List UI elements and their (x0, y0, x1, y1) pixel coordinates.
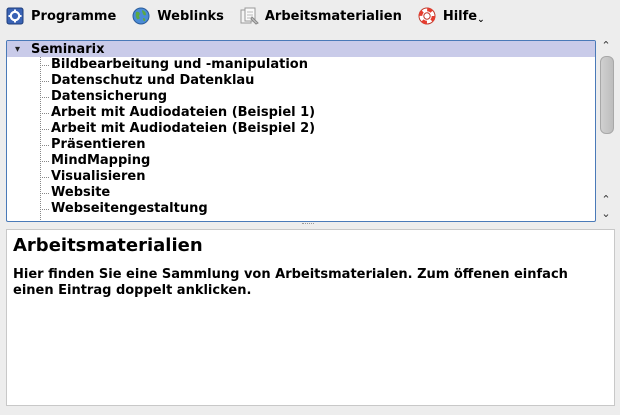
expander-open-icon[interactable]: ▾ (15, 44, 27, 55)
toolbar: Programme Weblinks Arbeitsmaterialien Hi… (0, 0, 620, 32)
description-panel: Arbeitsmaterialien Hier finden Sie eine … (6, 229, 615, 406)
tree-item-label: Arbeit mit Audiodateien (Beispiel 2) (51, 121, 316, 136)
tree-item[interactable]: MindMapping (7, 153, 595, 169)
lifebuoy-icon (418, 7, 436, 25)
scroll-down-icon[interactable]: ⌄ (599, 208, 613, 220)
tree-branch-connector (40, 177, 49, 178)
tree-item[interactable]: Datenschutz und Datenklau (7, 73, 595, 89)
weblinks-button[interactable]: Weblinks (128, 2, 228, 30)
arbeitsmaterialien-label: Arbeitsmaterialien (264, 8, 402, 24)
tree-item-label: Bildbearbeitung und -manipulation (51, 57, 308, 72)
tree-item-label: Präsentieren (51, 137, 146, 152)
seminar-tree[interactable]: ▾ Seminarix Bildbearbeitung und -manipul… (6, 40, 596, 222)
arbeitsmaterialien-button[interactable]: Arbeitsmaterialien (236, 2, 406, 30)
tree-branch-connector (40, 209, 49, 210)
tree-item[interactable]: Arbeit mit Audiodateien (Beispiel 1) (7, 105, 595, 121)
tree-item-label: Arbeit mit Audiodateien (Beispiel 1) (51, 105, 316, 120)
tree-branch-connector (40, 113, 49, 114)
scroll-up-bottom-icon[interactable]: ⌃ (599, 194, 613, 206)
globe-icon (132, 7, 150, 25)
hilfe-label: Hilfe (442, 8, 478, 24)
tree-item[interactable]: Webseitengestaltung (7, 201, 595, 217)
tree-scrollbar[interactable]: ⌃ ⌃ ⌄ (597, 40, 616, 222)
tree-branch-connector (40, 81, 49, 82)
description-text: Hier finden Sie eine Sammlung von Arbeit… (13, 267, 568, 298)
tree-item-label: Visualisieren (51, 169, 146, 184)
tree-item-label: Webseitengestaltung (51, 201, 208, 216)
tree-item[interactable]: Präsentieren (7, 137, 595, 153)
scrollbar-thumb[interactable] (600, 56, 614, 134)
tree-root-seminarix[interactable]: ▾ Seminarix (7, 41, 595, 57)
tree-branch-connector (40, 161, 49, 162)
tree-root-label: Seminarix (31, 41, 105, 57)
weblinks-label: Weblinks (157, 8, 224, 24)
chevron-down-icon: ⌄ (477, 15, 485, 25)
tree-item[interactable]: Arbeit mit Audiodateien (Beispiel 2) (7, 121, 595, 137)
tree-item[interactable]: Visualisieren (7, 169, 595, 185)
tree-item[interactable]: Bildbearbeitung und -manipulation (7, 57, 595, 73)
programme-button[interactable]: Programme (2, 2, 120, 30)
scroll-up-icon[interactable]: ⌃ (599, 40, 613, 52)
tree-item-label: MindMapping (51, 153, 151, 168)
hilfe-button[interactable]: Hilfe ⌄ (414, 2, 489, 30)
tree-branch-connector (40, 193, 49, 194)
documents-icon (240, 7, 259, 25)
splitter-grip (302, 223, 314, 227)
tree-item[interactable]: Website (7, 185, 595, 201)
tree-item[interactable]: Datensicherung (7, 89, 595, 105)
programs-gear-icon (6, 7, 24, 25)
tree-item-label: Datenschutz und Datenklau (51, 73, 255, 88)
tree-item-label: Website (51, 185, 111, 200)
tree-branch-connector (40, 145, 49, 146)
description-title: Arbeitsmaterialien (13, 235, 203, 256)
programme-label: Programme (31, 8, 117, 24)
tree-branch-connector (40, 97, 49, 98)
tree-branch-connector (40, 65, 49, 66)
tree-branch-connector (40, 129, 49, 130)
tree-children: Bildbearbeitung und -manipulation Datensc… (7, 57, 595, 217)
panel-splitter[interactable] (0, 222, 620, 228)
tree-item-label: Datensicherung (51, 89, 168, 104)
